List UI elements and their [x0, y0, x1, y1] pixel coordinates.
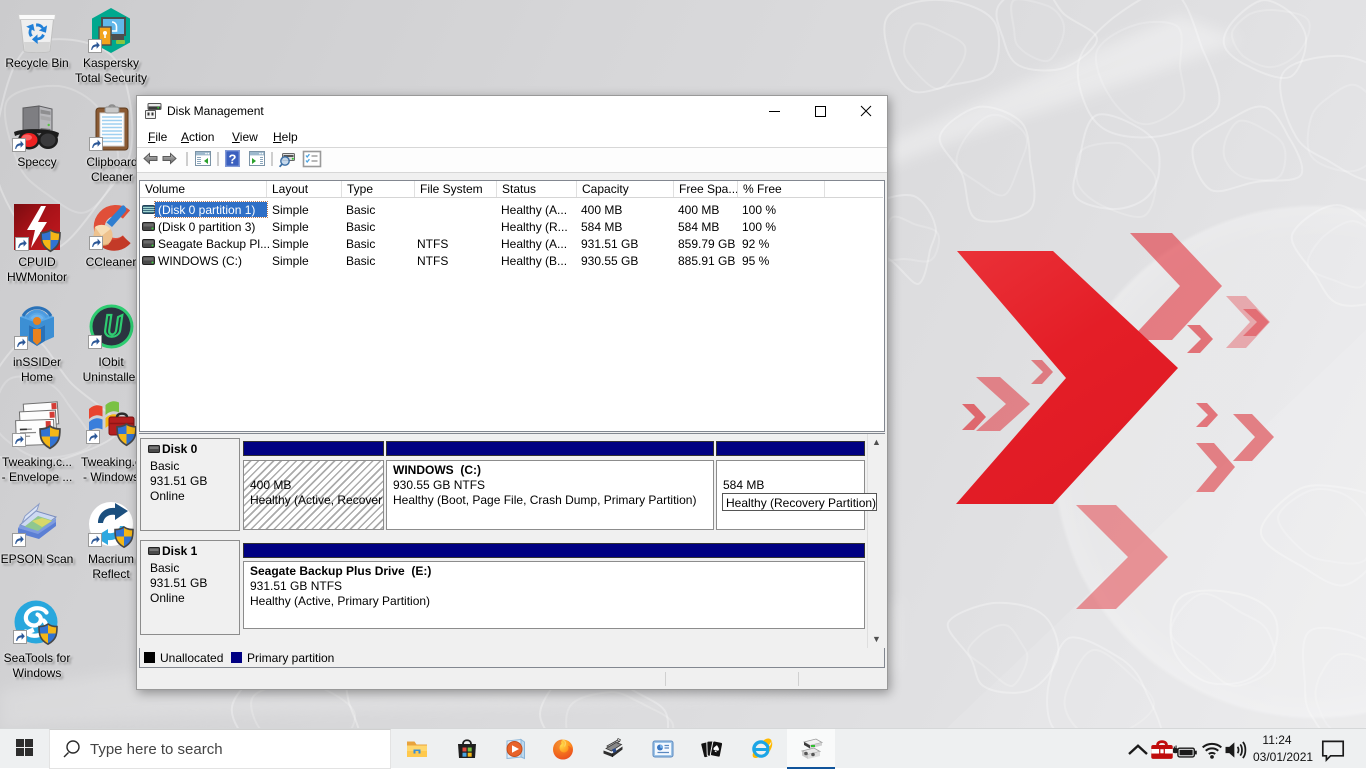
svg-text:?: ? [229, 152, 237, 167]
